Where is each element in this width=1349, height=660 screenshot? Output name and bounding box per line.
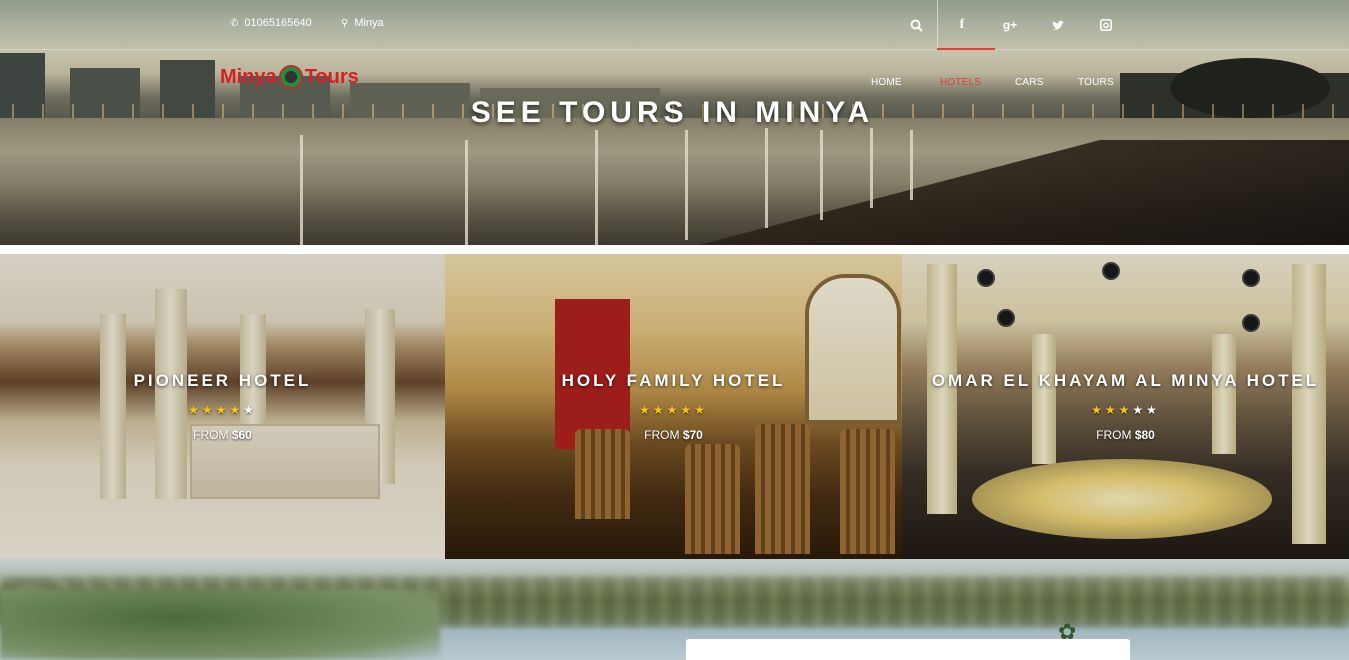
price-prefix: FROM [193, 428, 229, 442]
facebook-icon: f [959, 17, 965, 32]
logo-text-minya: Minya [220, 65, 277, 88]
hotel-price: FROM $70 [445, 428, 902, 442]
hotel-card-holy-family[interactable]: HOLY FAMILY HOTEL ★★★★★ FROM $70 [445, 254, 902, 559]
facebook-link[interactable]: f [938, 0, 986, 50]
star-empty-icon: ★ [1132, 403, 1147, 417]
hotel-price: FROM $60 [0, 428, 445, 442]
google-plus-link[interactable]: g+ [986, 0, 1034, 50]
star-filled-icon: ★ [229, 403, 244, 417]
google-plus-icon: g+ [1002, 18, 1018, 32]
nav-hotels[interactable]: HOTELS [940, 77, 981, 88]
star-rating: ★★★★★ [902, 403, 1349, 417]
nav-home[interactable]: HOME [871, 77, 902, 88]
star-filled-icon: ★ [201, 403, 216, 417]
phone-number: 01065165640 [244, 17, 312, 29]
price-prefix: FROM [1096, 428, 1132, 442]
hotel-card-pioneer[interactable]: PIONEER HOTEL ★★★★★ FROM $60 [0, 254, 445, 559]
page: ✆ 01065165640 ⚲ Minya f g+ Minya Tours H… [0, 0, 1349, 660]
phone-contact[interactable]: ✆ 01065165640 [230, 17, 312, 29]
location-text: Minya [354, 17, 384, 29]
twitter-link[interactable] [1034, 0, 1082, 50]
search-icon [910, 19, 923, 32]
map-marker-icon: ⚲ [341, 17, 349, 29]
star-empty-icon: ★ [243, 403, 257, 417]
twitter-icon [1051, 20, 1064, 30]
hotel-cards: PIONEER HOTEL ★★★★★ FROM $60 HOLY FAMILY… [0, 254, 1349, 559]
nav-tours[interactable]: TOURS [1078, 77, 1114, 88]
star-filled-icon: ★ [652, 403, 667, 417]
star-filled-icon: ★ [188, 403, 202, 417]
site-logo[interactable]: Minya Tours [220, 62, 388, 92]
star-filled-icon: ★ [639, 403, 653, 417]
hero-title: SEE TOURS IN MINYA [470, 96, 875, 129]
price-prefix: FROM [644, 428, 680, 442]
star-rating: ★★★★★ [0, 403, 445, 417]
logo-text-tours: Tours [304, 65, 359, 88]
star-filled-icon: ★ [215, 403, 230, 417]
top-bar: ✆ 01065165640 ⚲ Minya f g+ [0, 0, 1349, 50]
star-filled-icon: ★ [666, 403, 681, 417]
price-value: $60 [231, 428, 252, 442]
hero-banner: ✆ 01065165640 ⚲ Minya f g+ Minya Tours H… [0, 0, 1349, 245]
phone-icon: ✆ [230, 17, 239, 29]
riverbank-grass [0, 589, 440, 660]
logo-emblem-icon [278, 65, 303, 89]
search-button[interactable] [892, 0, 940, 50]
star-filled-icon: ★ [694, 403, 708, 417]
hotel-price: FROM $80 [902, 428, 1349, 442]
star-filled-icon: ★ [680, 403, 695, 417]
price-value: $80 [1134, 428, 1155, 442]
hotel-name: HOLY FAMILY HOTEL [561, 371, 786, 390]
hotel-name: PIONEER HOTEL [133, 371, 312, 390]
price-value: $70 [682, 428, 703, 442]
hotel-card-omar-el-khayam[interactable]: OMAR EL KHAYAM AL MINYA HOTEL ★★★★★ FROM… [902, 254, 1349, 559]
instagram-icon [1100, 19, 1112, 31]
star-empty-icon: ★ [1146, 403, 1160, 417]
star-rating: ★★★★★ [445, 403, 902, 417]
nav-cars[interactable]: CARS [1015, 77, 1044, 88]
instagram-link[interactable] [1082, 0, 1130, 50]
star-filled-icon: ★ [1104, 403, 1119, 417]
river-landscape-section: ✿ [0, 559, 1349, 660]
search-form-panel[interactable] [686, 639, 1130, 660]
hotel-name: OMAR EL KHAYAM AL MINYA HOTEL [931, 371, 1320, 390]
star-filled-icon: ★ [1091, 403, 1105, 417]
location-contact[interactable]: ⚲ Minya [341, 17, 384, 29]
star-filled-icon: ★ [1118, 403, 1133, 417]
